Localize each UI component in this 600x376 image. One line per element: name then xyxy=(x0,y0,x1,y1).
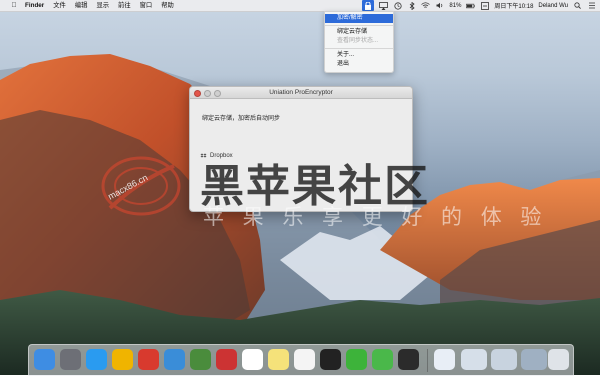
clock-datetime[interactable]: 周日下午10:18 xyxy=(494,1,533,10)
window-title: Uniation ProEncryptor xyxy=(269,89,333,96)
menu-item-view-sync-status: 查看同步状态... xyxy=(337,38,379,44)
dock xyxy=(28,344,574,376)
qq-icon[interactable] xyxy=(320,349,341,370)
xcode-icon[interactable] xyxy=(164,349,185,370)
zoom-button[interactable] xyxy=(214,90,221,97)
notes-icon[interactable] xyxy=(268,349,289,370)
menu-item-encrypt-decrypt[interactable]: 加密/解密 xyxy=(325,14,393,23)
wifi-icon[interactable] xyxy=(421,2,431,10)
launchpad-icon[interactable] xyxy=(60,349,81,370)
dock-divider xyxy=(427,349,428,372)
minimize-button[interactable] xyxy=(204,90,211,97)
menu-edit[interactable]: 编辑 xyxy=(75,0,88,11)
android-studio-icon[interactable] xyxy=(190,349,211,370)
screenshot-stack-2[interactable] xyxy=(491,349,517,370)
calendar-icon[interactable] xyxy=(242,349,263,370)
safari-icon[interactable] xyxy=(86,349,107,370)
watermark-subtitle: 苹 果 乐 享 更 好 的 体 验 xyxy=(203,205,548,229)
menu-file[interactable]: 文件 xyxy=(53,0,66,11)
volume-icon[interactable] xyxy=(435,2,444,10)
current-user-name[interactable]: Deland Wu xyxy=(538,3,568,9)
menu-go[interactable]: 前往 xyxy=(118,0,131,11)
menu-help[interactable]: 帮助 xyxy=(161,0,174,11)
airplay-icon[interactable] xyxy=(379,1,389,10)
notification-center-icon[interactable] xyxy=(587,2,596,10)
finder-icon[interactable] xyxy=(34,349,55,370)
menu-bar:  Finder 文件 编辑 显示 前往 窗口 帮助 81% 周日下午10: xyxy=(0,0,600,12)
menu-item-quit[interactable]: 退出 xyxy=(325,60,393,69)
menu-bar-status-area: 81% 周日下午10:18 Deland Wu xyxy=(359,0,600,11)
menu-separator xyxy=(325,25,393,26)
apple-menu-icon[interactable]:  xyxy=(9,0,19,11)
bluetooth-icon[interactable] xyxy=(407,1,416,10)
screenshot-stack-1[interactable] xyxy=(461,349,487,370)
downloads-icon[interactable] xyxy=(434,349,455,370)
terminal-icon[interactable] xyxy=(398,349,419,370)
screenshot-stack-3[interactable] xyxy=(521,349,547,370)
menu-window[interactable]: 窗口 xyxy=(140,0,153,11)
battery-icon[interactable] xyxy=(466,2,476,10)
reminders-icon[interactable] xyxy=(294,349,315,370)
proencryptor-status-icon[interactable] xyxy=(362,0,375,11)
window-titlebar[interactable]: Uniation ProEncryptor xyxy=(190,87,412,99)
menu-app-name[interactable]: Finder xyxy=(25,0,44,11)
battery-percentage[interactable]: 81% xyxy=(449,3,461,9)
trash-icon[interactable] xyxy=(548,349,569,370)
menu-separator xyxy=(325,48,393,49)
window-controls xyxy=(194,90,224,97)
close-button[interactable] xyxy=(194,90,201,97)
chrome-icon[interactable] xyxy=(112,349,133,370)
wechat-icon[interactable] xyxy=(346,349,367,370)
cloud-binding-message: 绑定云存储，加密后自动同步 xyxy=(202,116,281,122)
spotlight-search-icon[interactable] xyxy=(573,2,582,10)
evernote-icon[interactable] xyxy=(372,349,393,370)
menu-item-about[interactable]: 关于... xyxy=(325,51,393,60)
input-method-icon[interactable] xyxy=(480,1,489,10)
menu-item-bind-cloud-storage[interactable]: 绑定云存储 xyxy=(325,28,393,37)
photo-booth-icon[interactable] xyxy=(216,349,237,370)
time-machine-icon[interactable] xyxy=(393,1,402,10)
menu-view[interactable]: 显示 xyxy=(96,0,109,11)
app-store-icon-red[interactable] xyxy=(138,349,159,370)
proencryptor-status-menu: 加密/解密 绑定云存储 查看同步状态... 关于... 退出 xyxy=(324,11,394,73)
